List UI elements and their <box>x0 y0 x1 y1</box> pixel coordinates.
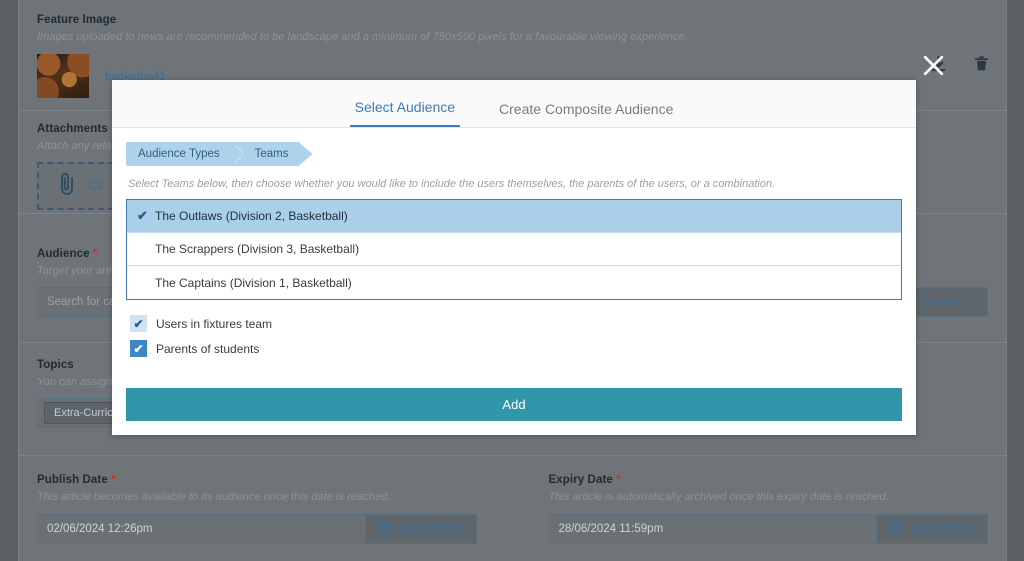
breadcrumb-tail <box>298 142 313 166</box>
teams-list: ✔ The Outlaws (Division 2, Basketball) T… <box>126 199 902 300</box>
publish-date-label-text: Publish Date <box>37 474 108 486</box>
checkbox-checked-icon[interactable]: ✔ <box>130 315 147 332</box>
tab-select-audience[interactable]: Select Audience <box>349 100 461 127</box>
team-list-item-label: The Outlaws (Division 2, Basketball) <box>155 209 348 223</box>
modal-instruction: Select Teams below, then choose whether … <box>128 178 776 190</box>
modal-footer: Add <box>112 388 916 435</box>
audience-required-marker: * <box>92 248 98 260</box>
publish-select-date-label: Select Date <box>398 522 464 536</box>
audience-browse-label: Browse... <box>922 295 975 309</box>
publish-date-help: This article becomes available to its au… <box>37 491 391 503</box>
option-users-in-fixtures-team[interactable]: ✔ Users in fixtures team <box>126 311 902 336</box>
calendar-icon <box>889 521 903 538</box>
feature-image-help: Images uploaded to news are recommended … <box>37 31 688 43</box>
expiry-date-field: Expiry Date * This article is automatica… <box>513 474 989 544</box>
check-icon: ✔ <box>137 208 148 223</box>
team-list-item[interactable]: The Scrappers (Division 3, Basketball) <box>127 233 901 266</box>
expiry-date-help: This article is automatically archived o… <box>548 491 889 503</box>
publish-date-field: Publish Date * This article becomes avai… <box>37 474 513 544</box>
select-audience-modal: Select Audience Create Composite Audienc… <box>112 80 916 435</box>
option-label: Parents of students <box>156 341 260 356</box>
publish-date-label: Publish Date * <box>37 474 477 486</box>
publish-date-input[interactable]: 02/06/2024 12:26pm <box>37 514 366 544</box>
publish-date-required-marker: * <box>111 474 116 486</box>
expiry-date-required-marker: * <box>616 474 621 486</box>
team-list-item[interactable]: ✔ The Outlaws (Division 2, Basketball) <box>127 200 901 233</box>
audience-options: ✔ Users in fixtures team ✔ Parents of st… <box>126 311 902 361</box>
team-list-item-label: The Scrappers (Division 3, Basketball) <box>155 242 360 256</box>
calendar-icon <box>378 521 392 538</box>
add-button[interactable]: Add <box>126 388 902 421</box>
audience-label-text: Audience <box>37 248 90 260</box>
feature-image-thumbnail[interactable] <box>37 54 89 98</box>
breadcrumb-item-teams[interactable]: Teams <box>242 142 299 166</box>
tab-create-composite-audience[interactable]: Create Composite Audience <box>494 102 678 127</box>
paperclip-icon <box>57 171 77 202</box>
expiry-date-label: Expiry Date * <box>549 474 989 486</box>
expiry-select-date-button[interactable]: Select Date <box>877 514 988 544</box>
attachments-dropzone-text: Cli <box>89 179 103 193</box>
dates-section: Publish Date * This article becomes avai… <box>18 456 1007 561</box>
trash-icon[interactable] <box>973 55 990 77</box>
expiry-date-input[interactable]: 28/06/2024 11:59pm <box>548 514 878 544</box>
publish-select-date-button[interactable]: Select Date <box>365 514 477 544</box>
breadcrumb: Audience Types Teams <box>126 142 902 166</box>
team-list-item-label: The Captains (Division 1, Basketball) <box>155 275 352 290</box>
team-list-item[interactable]: The Captains (Division 1, Basketball) <box>127 266 901 299</box>
option-label: Users in fixtures team <box>156 316 273 331</box>
expiry-select-date-label: Select Date <box>910 522 975 536</box>
expiry-date-label-text: Expiry Date <box>548 474 613 486</box>
close-icon[interactable] <box>921 53 946 78</box>
feature-image-label: Feature Image <box>37 14 117 26</box>
checkbox-checked-icon[interactable]: ✔ <box>130 340 147 357</box>
modal-tab-bar: Select Audience Create Composite Audienc… <box>112 80 916 128</box>
breadcrumb-item-audience-types[interactable]: Audience Types <box>126 142 230 166</box>
option-parents-of-students[interactable]: ✔ Parents of students <box>126 336 902 361</box>
modal-body: Audience Types Teams Select Teams below,… <box>112 128 916 388</box>
chevron-right-icon <box>229 142 243 166</box>
